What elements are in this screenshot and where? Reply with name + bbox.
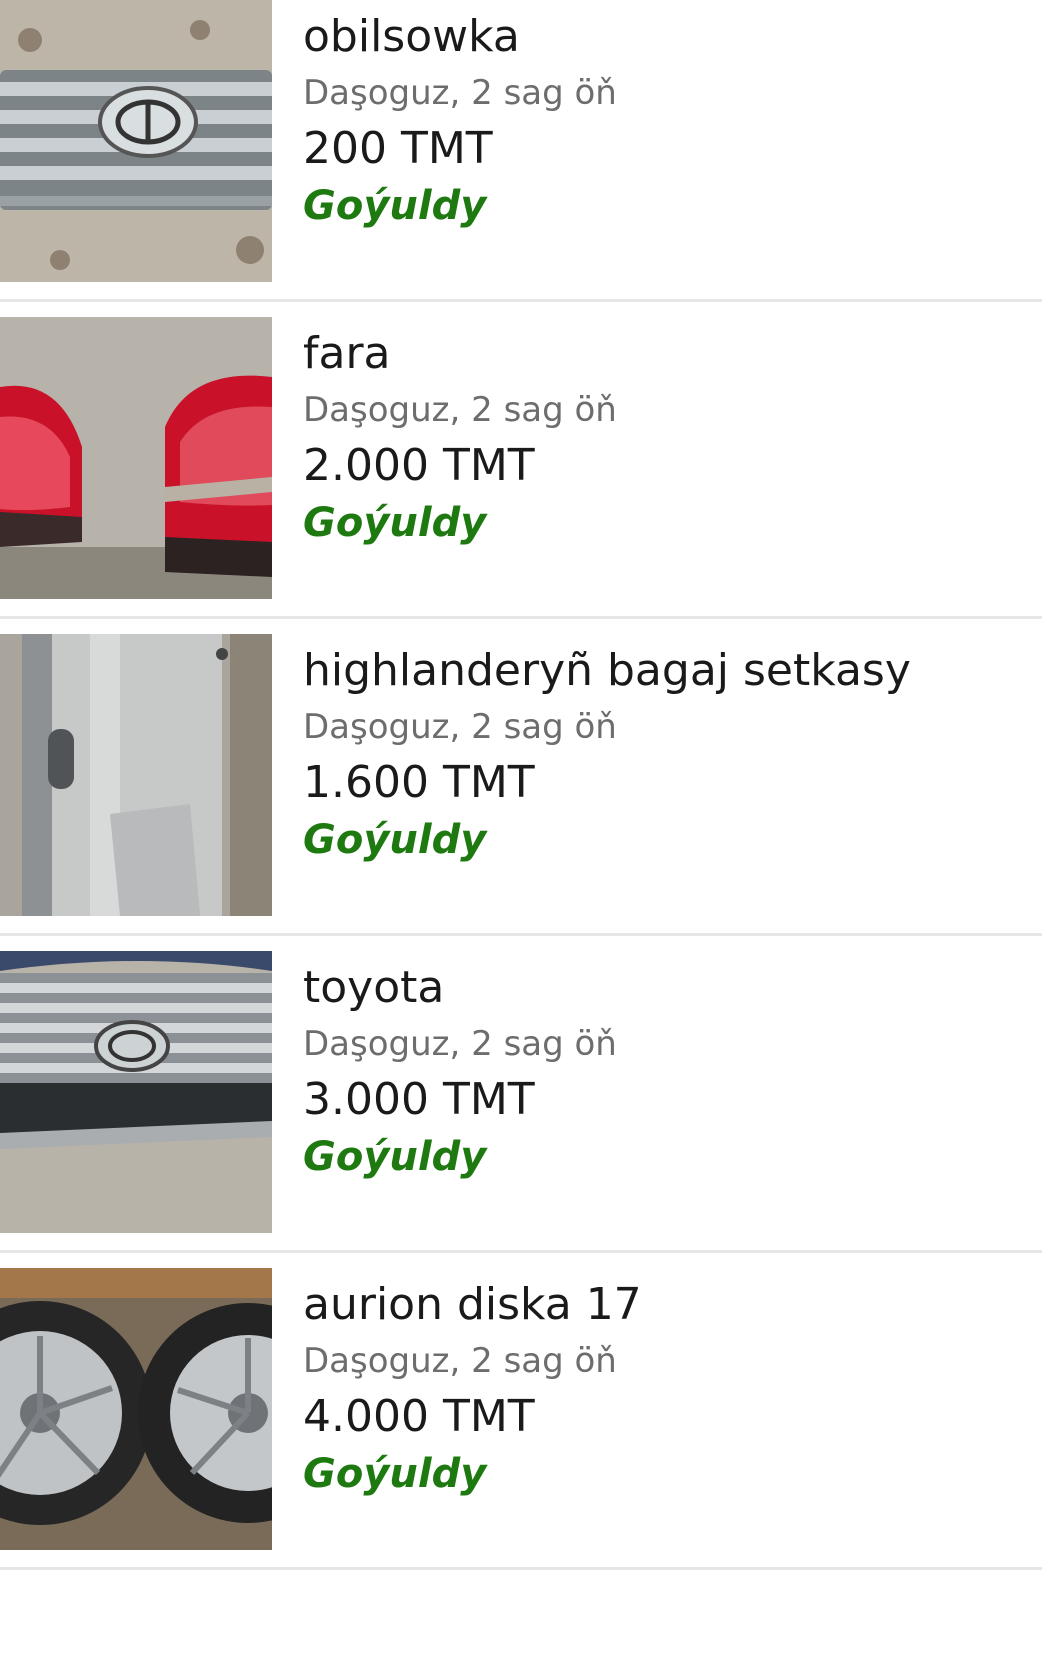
listing-price: 1.600 TMT: [303, 757, 535, 808]
listing-title[interactable]: obilsowka: [303, 8, 520, 66]
listing-title[interactable]: aurion diska 17: [303, 1276, 642, 1334]
listing-status: Goýuldy: [303, 183, 487, 229]
listing-price: 200 TMT: [303, 123, 493, 174]
listing-title[interactable]: fara: [303, 325, 391, 383]
listing-location-time: Daşoguz, 2 sag öň: [303, 73, 617, 113]
listing-card[interactable]: highlanderyñ bagaj setkasy Daşoguz, 2 sa…: [0, 634, 1048, 936]
divider: [0, 299, 1042, 302]
listing-thumbnail-front-grille[interactable]: [0, 951, 272, 1233]
wheels-image-icon: [0, 1268, 272, 1550]
divider: [0, 616, 1042, 619]
listing-location-time: Daşoguz, 2 sag öň: [303, 1341, 617, 1381]
listing-card[interactable]: fara Daşoguz, 2 sag öň 2.000 TMT Goýuldy: [0, 317, 1048, 619]
listing-price: 4.000 TMT: [303, 1391, 535, 1442]
listing-card[interactable]: aurion diska 17 Daşoguz, 2 sag öň 4.000 …: [0, 1268, 1048, 1570]
listing-price: 2.000 TMT: [303, 440, 535, 491]
listing-card[interactable]: obilsowka Daşoguz, 2 sag öň 200 TMT Goýu…: [0, 0, 1048, 302]
listing-title[interactable]: highlanderyñ bagaj setkasy: [303, 642, 911, 700]
cargo-cover-image-icon: [0, 634, 272, 916]
tail-lights-image-icon: [0, 317, 272, 599]
divider: [0, 1567, 1042, 1570]
divider: [0, 1250, 1042, 1253]
listing-thumbnail-grille[interactable]: [0, 0, 272, 282]
divider: [0, 933, 1042, 936]
listing-location-time: Daşoguz, 2 sag öň: [303, 1024, 617, 1064]
front-grille-image-icon: [0, 951, 272, 1233]
listing-thumbnail-tail-lights[interactable]: [0, 317, 272, 599]
listing-status: Goýuldy: [303, 817, 487, 863]
listing-location-time: Daşoguz, 2 sag öň: [303, 390, 617, 430]
listing-card[interactable]: toyota Daşoguz, 2 sag öň 3.000 TMT Goýul…: [0, 951, 1048, 1253]
listing-thumbnail-wheels[interactable]: [0, 1268, 272, 1550]
listing-location-time: Daşoguz, 2 sag öň: [303, 707, 617, 747]
listing-thumbnail-cargo-cover[interactable]: [0, 634, 272, 916]
listing-price: 3.000 TMT: [303, 1074, 535, 1125]
listing-status: Goýuldy: [303, 1134, 487, 1180]
grille-image-icon: [0, 0, 272, 282]
listing-title[interactable]: toyota: [303, 959, 444, 1017]
listing-status: Goýuldy: [303, 1451, 487, 1497]
listing-status: Goýuldy: [303, 500, 487, 546]
